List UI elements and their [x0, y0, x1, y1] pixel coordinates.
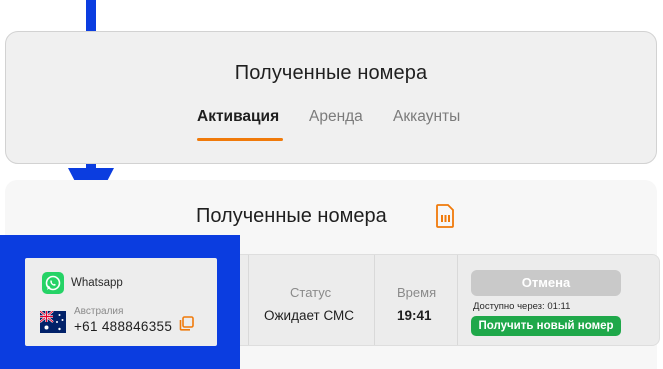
status-header: Статус — [290, 285, 332, 300]
tab-rent[interactable]: Аренда — [309, 108, 363, 126]
australia-flag-icon — [40, 311, 66, 333]
phone-number: +61 488846355 — [74, 319, 173, 334]
divider — [248, 255, 249, 345]
divider — [374, 255, 375, 345]
whatsapp-icon — [42, 272, 64, 294]
status-value: Ожидает СМС — [264, 308, 355, 323]
cancel-button[interactable]: Отмена — [471, 270, 621, 296]
country-name: Австралия — [74, 306, 124, 317]
divider — [457, 255, 458, 345]
time-header: Время — [397, 285, 437, 300]
active-tab-indicator — [197, 138, 283, 141]
service-name: Whatsapp — [71, 277, 123, 289]
available-in-text: Доступно через: 01:11 — [473, 301, 571, 312]
received-numbers-panel: Полученные номера Активация Аренда Аккау… — [5, 31, 657, 164]
time-value: 19:41 — [397, 308, 432, 323]
copy-icon[interactable] — [179, 316, 194, 331]
tab-activation[interactable]: Активация — [197, 108, 279, 126]
get-new-number-button[interactable]: Получить новый номер — [471, 316, 621, 336]
tab-accounts[interactable]: Аккаунты — [393, 108, 460, 126]
card-title: Полученные номера — [196, 205, 387, 227]
sim-card-icon[interactable] — [436, 204, 454, 228]
page-title: Полученные номера — [234, 62, 428, 84]
